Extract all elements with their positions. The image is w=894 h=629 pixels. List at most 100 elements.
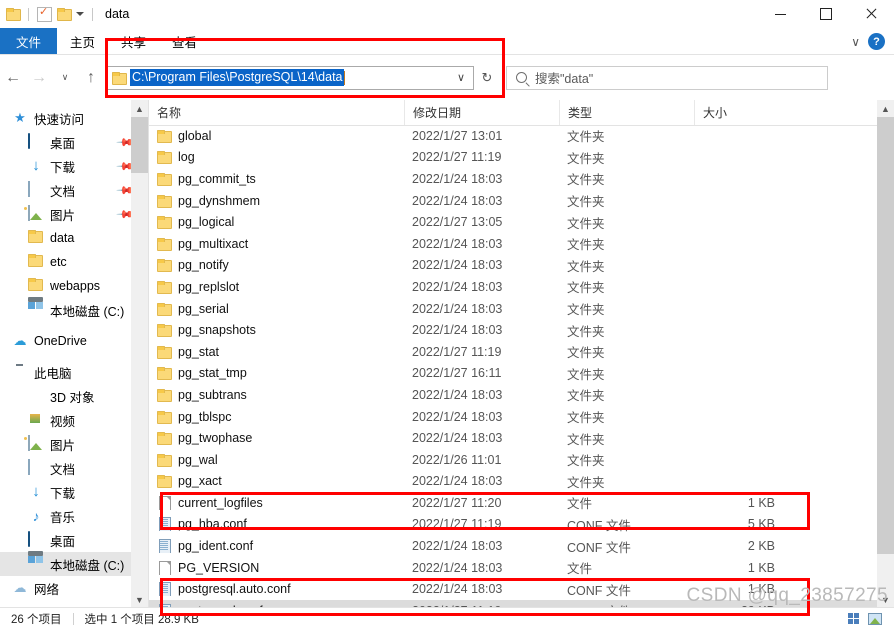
table-row[interactable]: pg_snapshots 2022/1/24 18:03 文件夹 [149, 319, 877, 341]
text-caret [343, 70, 345, 85]
folder-icon [157, 410, 172, 424]
scroll-up-icon[interactable]: ▲ [131, 100, 148, 117]
sidebar-item-music[interactable]: ♪ 音乐 [0, 504, 148, 528]
sidebar-section-this-pc[interactable]: 此电脑 [0, 360, 148, 384]
watermark-text: CSDN @qq_23857275 [686, 585, 888, 606]
cell-type: 文件夹 [567, 389, 605, 404]
sidebar-item-documents[interactable]: 文档 📌 [0, 178, 148, 202]
table-row[interactable]: log 2022/1/27 11:19 文件夹 [149, 147, 877, 169]
folder-icon [28, 278, 44, 294]
table-row[interactable]: current_logfiles 2022/1/27 11:20 文件 1 KB [149, 492, 877, 514]
table-row[interactable]: pg_xact 2022/1/24 18:03 文件夹 [149, 471, 877, 493]
table-row[interactable]: pg_serial 2022/1/24 18:03 文件夹 [149, 298, 877, 320]
sidebar-scroll-thumb[interactable] [131, 117, 148, 173]
search-input[interactable]: 搜索"data" [506, 65, 828, 90]
file-list-scroll-thumb[interactable] [877, 117, 894, 554]
sidebar-item-documents-pc[interactable]: 文档 [0, 456, 148, 480]
close-button[interactable] [848, 0, 894, 28]
sidebar-item-local-disk-c-pc[interactable]: 本地磁盘 (C:) [0, 552, 148, 576]
table-row[interactable]: pg_ident.conf 2022/1/24 18:03 CONF 文件 2 KB [149, 535, 877, 557]
table-row[interactable]: pg_subtrans 2022/1/24 18:03 文件夹 [149, 384, 877, 406]
cell-type: 文件夹 [567, 303, 605, 318]
maximize-button[interactable] [803, 0, 848, 28]
file-name-label: pg_tblspc [178, 409, 232, 424]
cell-type: 文件夹 [567, 281, 605, 296]
cell-type: 文件夹 [567, 432, 605, 447]
tab-share[interactable]: 共享 [108, 28, 159, 55]
up-button[interactable]: ↑ [78, 55, 104, 100]
column-header-size[interactable]: 大小 [694, 100, 789, 125]
details-view-button[interactable] [842, 608, 864, 629]
table-row[interactable]: pg_wal 2022/1/26 11:01 文件夹 [149, 449, 877, 471]
sidebar-item-downloads[interactable]: ↓ 下载 📌 [0, 154, 148, 178]
column-header-date[interactable]: 修改日期 [404, 100, 559, 125]
sidebar-section-quick-access[interactable]: ★ 快速访问 [0, 106, 148, 130]
properties-icon[interactable] [37, 5, 52, 22]
file-name-label: pg_logical [178, 215, 235, 230]
cell-name: pg_commit_ts [149, 172, 404, 186]
table-row[interactable]: pg_replslot 2022/1/24 18:03 文件夹 [149, 276, 877, 298]
tab-view[interactable]: 查看 [159, 28, 210, 55]
tab-file[interactable]: 文件 [0, 28, 57, 55]
column-header-name[interactable]: 名称 [149, 100, 404, 125]
network-icon: ☁ [13, 580, 27, 595]
sidebar-scrollbar[interactable]: ▲ ▼ [131, 100, 148, 608]
table-row[interactable]: pg_stat 2022/1/27 11:19 文件夹 [149, 341, 877, 363]
sidebar-item-local-disk-c[interactable]: 本地磁盘 (C:) [0, 298, 148, 322]
chevron-down-icon[interactable]: ∨ [851, 36, 860, 48]
back-button[interactable]: ← [0, 55, 26, 100]
table-row[interactable]: pg_notify 2022/1/24 18:03 文件夹 [149, 255, 877, 277]
forward-button[interactable]: → [26, 55, 52, 100]
recent-locations-button[interactable]: ∨ [52, 55, 78, 100]
table-row[interactable]: pg_hba.conf 2022/1/27 11:19 CONF 文件 5 KB [149, 514, 877, 536]
minimize-button[interactable] [758, 0, 803, 28]
sidebar-item-data[interactable]: data [0, 226, 148, 250]
table-row[interactable]: pg_commit_ts 2022/1/24 18:03 文件夹 [149, 168, 877, 190]
table-row[interactable]: pg_twophase 2022/1/24 18:03 文件夹 [149, 427, 877, 449]
sidebar-item-desktop[interactable]: 桌面 📌 [0, 130, 148, 154]
conf-file-icon [157, 517, 171, 532]
table-row[interactable]: pg_tblspc 2022/1/24 18:03 文件夹 [149, 406, 877, 428]
address-dropdown-icon[interactable]: ∨ [457, 71, 473, 84]
help-icon[interactable]: ? [868, 33, 885, 50]
sidebar-section-network[interactable]: ☁ 网络 [0, 576, 148, 600]
cell-name: current_logfiles [149, 495, 404, 510]
cell-name: pg_logical [149, 215, 404, 230]
sidebar-item-pictures-pc[interactable]: 图片 [0, 432, 148, 456]
sidebar-section-onedrive[interactable]: ☁ OneDrive [0, 329, 148, 353]
sidebar-label: etc [50, 255, 67, 269]
folder-icon[interactable] [6, 8, 21, 21]
table-row[interactable]: pg_multixact 2022/1/24 18:03 文件夹 [149, 233, 877, 255]
folder-icon [157, 431, 172, 446]
sidebar-item-etc[interactable]: etc [0, 250, 148, 274]
refresh-button[interactable]: ↻ [474, 55, 500, 100]
scroll-down-icon[interactable]: ▼ [131, 591, 148, 608]
table-row[interactable]: global 2022/1/27 13:01 文件夹 [149, 125, 877, 147]
window-title: data [105, 7, 130, 21]
customize-chevron-icon[interactable] [76, 12, 84, 16]
table-row[interactable]: pg_stat_tmp 2022/1/27 16:11 文件夹 [149, 363, 877, 385]
column-header-type[interactable]: 类型 [559, 100, 694, 125]
sidebar-item-webapps[interactable]: webapps [0, 274, 148, 298]
file-name-label: postgresql.auto.conf [178, 582, 291, 597]
sidebar-item-videos[interactable]: 视频 [0, 408, 148, 432]
tab-home[interactable]: 主页 [57, 28, 108, 55]
sidebar-item-3d-objects[interactable]: 3D 对象 [0, 384, 148, 408]
address-input[interactable]: C:\Program Files\PostgreSQL\14\data ∨ [106, 65, 474, 90]
cell-size: 1 KB [747, 495, 775, 510]
sidebar-item-pictures[interactable]: 图片 📌 [0, 202, 148, 226]
table-row[interactable]: PG_VERSION 2022/1/24 18:03 文件 1 KB [149, 557, 877, 579]
table-row[interactable]: pg_dynshmem 2022/1/24 18:03 文件夹 [149, 190, 877, 212]
view-mode-buttons [842, 608, 894, 629]
file-list-scrollbar[interactable]: ▲ ▼ [877, 100, 894, 608]
sidebar-label: 桌面 [50, 534, 76, 549]
cell-date: 2022/1/27 16:11 [412, 366, 502, 381]
table-row[interactable]: pg_logical 2022/1/27 13:05 文件夹 [149, 211, 877, 233]
thumbnail-view-button[interactable] [864, 608, 886, 629]
cell-date: 2022/1/24 18:03 [412, 431, 503, 446]
sidebar-item-desktop-pc[interactable]: 桌面 [0, 528, 148, 552]
new-folder-icon[interactable] [57, 8, 72, 21]
sidebar-item-downloads-pc[interactable]: ↓ 下载 [0, 480, 148, 504]
scroll-up-icon[interactable]: ▲ [877, 100, 894, 117]
ribbon-tabs: 文件 主页 共享 查看 ∨ ? [0, 28, 894, 55]
